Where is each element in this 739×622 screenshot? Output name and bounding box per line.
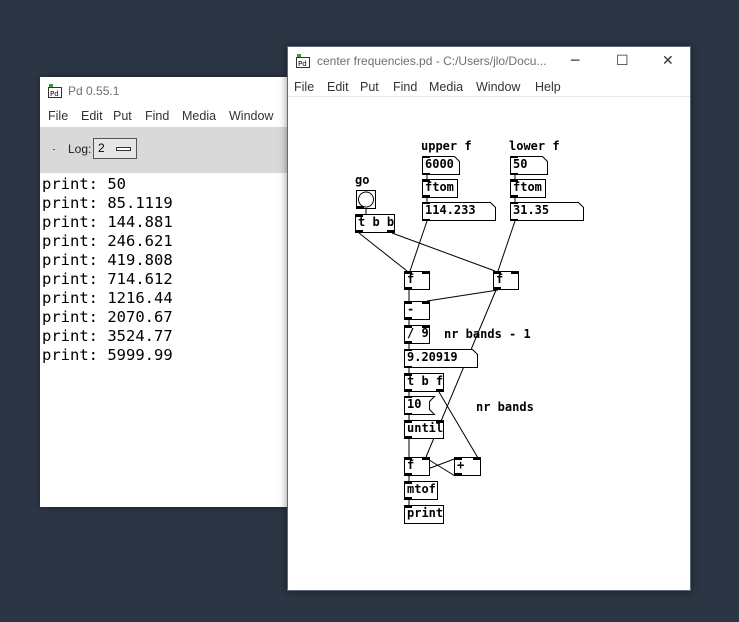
- menu-find[interactable]: Find: [145, 109, 169, 123]
- menu-edit[interactable]: Edit: [81, 109, 103, 123]
- log-level-select[interactable]: 2: [93, 138, 137, 159]
- dropdown-indicator-icon: [116, 147, 131, 151]
- console-line: print: 5999.99: [42, 346, 173, 364]
- number-value: 114.233: [425, 203, 476, 217]
- comment-nr-bands-minus-one: nr bands - 1: [444, 327, 531, 341]
- menu-window[interactable]: Window: [229, 109, 273, 123]
- console-line: print: 85.1119: [42, 194, 173, 212]
- object-until[interactable]: until: [404, 420, 444, 439]
- comment-nr-bands: nr bands: [476, 400, 534, 414]
- console-line: print: 419.808: [42, 251, 173, 269]
- console-line: print: 3524.77: [42, 327, 173, 345]
- number-ratio[interactable]: 9.20919: [404, 349, 478, 368]
- patch-window: Pd center frequencies.pd - C:/Users/jlo/…: [287, 46, 691, 591]
- patch-canvas[interactable]: upper f lower f go nr bands - 1 nr bands…: [288, 47, 690, 590]
- pd-main-window: Pd Pd 0.55.1 File Edit Put Find Media Wi…: [40, 77, 287, 507]
- pd-app-icon: Pd: [48, 84, 62, 98]
- console-line: print: 2070.67: [42, 308, 173, 326]
- number-value: 6000: [425, 157, 454, 171]
- object-label: mtof: [407, 482, 436, 496]
- object-label: f: [407, 272, 415, 286]
- object-float-right[interactable]: f: [493, 271, 519, 290]
- object-float-accumulator[interactable]: f: [404, 457, 430, 476]
- object-print[interactable]: print: [404, 505, 444, 524]
- console-line: print: 246.621: [42, 232, 173, 250]
- object-label: t b f: [407, 374, 444, 388]
- console-line: print: 714.612: [42, 270, 173, 288]
- comment-upper-f: upper f: [421, 139, 472, 153]
- log-toolbar: Log: 2: [40, 127, 287, 173]
- number-upper-f[interactable]: 6000: [422, 156, 460, 175]
- number-value: 9.20919: [407, 350, 458, 364]
- object-label: until: [407, 421, 444, 435]
- number-upper-midi[interactable]: 114.233: [422, 202, 496, 221]
- object-label: / 9: [407, 326, 429, 340]
- object-label: -: [407, 302, 415, 316]
- console-line: print: 1216.44: [42, 289, 173, 307]
- object-label: +: [457, 458, 465, 472]
- number-lower-f[interactable]: 50: [510, 156, 548, 175]
- number-value: 31.35: [513, 203, 550, 217]
- bang-go[interactable]: [356, 190, 376, 209]
- object-minus[interactable]: -: [404, 301, 430, 320]
- main-menubar: File Edit Put Find Media Window: [40, 107, 287, 127]
- console-output: print: 50 print: 85.1119 print: 144.881 pri…: [42, 175, 173, 365]
- menu-put[interactable]: Put: [113, 109, 132, 123]
- dsp-indicator: [53, 149, 55, 150]
- main-titlebar[interactable]: Pd Pd 0.55.1: [40, 77, 287, 105]
- number-value: 50: [513, 157, 528, 171]
- object-divide[interactable]: / 9: [404, 325, 430, 344]
- message-value: 10: [407, 397, 422, 411]
- object-plus[interactable]: +: [454, 457, 481, 476]
- log-label: Log:: [68, 142, 92, 156]
- object-mtof[interactable]: mtof: [404, 481, 438, 500]
- number-lower-midi[interactable]: 31.35: [510, 202, 584, 221]
- console-line: print: 144.881: [42, 213, 173, 231]
- object-trigger-bf[interactable]: t b f: [404, 373, 444, 392]
- comment-go: go: [355, 173, 370, 187]
- message-nr-bands[interactable]: 10: [404, 396, 436, 415]
- comment-lower-f: lower f: [509, 139, 560, 153]
- object-label: f: [496, 272, 504, 286]
- object-ftom-upper[interactable]: ftom: [422, 179, 458, 198]
- menu-file[interactable]: File: [48, 109, 68, 123]
- patch-cords: [358, 175, 516, 505]
- console-line: print: 50: [42, 175, 126, 193]
- menu-media[interactable]: Media: [182, 109, 216, 123]
- main-window-title: Pd 0.55.1: [68, 84, 120, 98]
- object-label: ftom: [513, 180, 542, 194]
- svg-text:Pd: Pd: [50, 90, 59, 98]
- object-label: t b b: [358, 215, 395, 229]
- object-float-left[interactable]: f: [404, 271, 430, 290]
- object-label: ftom: [425, 180, 454, 194]
- object-label: f: [407, 458, 415, 472]
- object-ftom-lower[interactable]: ftom: [510, 179, 546, 198]
- object-trigger-bb[interactable]: t b b: [355, 214, 395, 233]
- log-level-value: 2: [98, 141, 105, 155]
- object-label: print: [407, 506, 444, 520]
